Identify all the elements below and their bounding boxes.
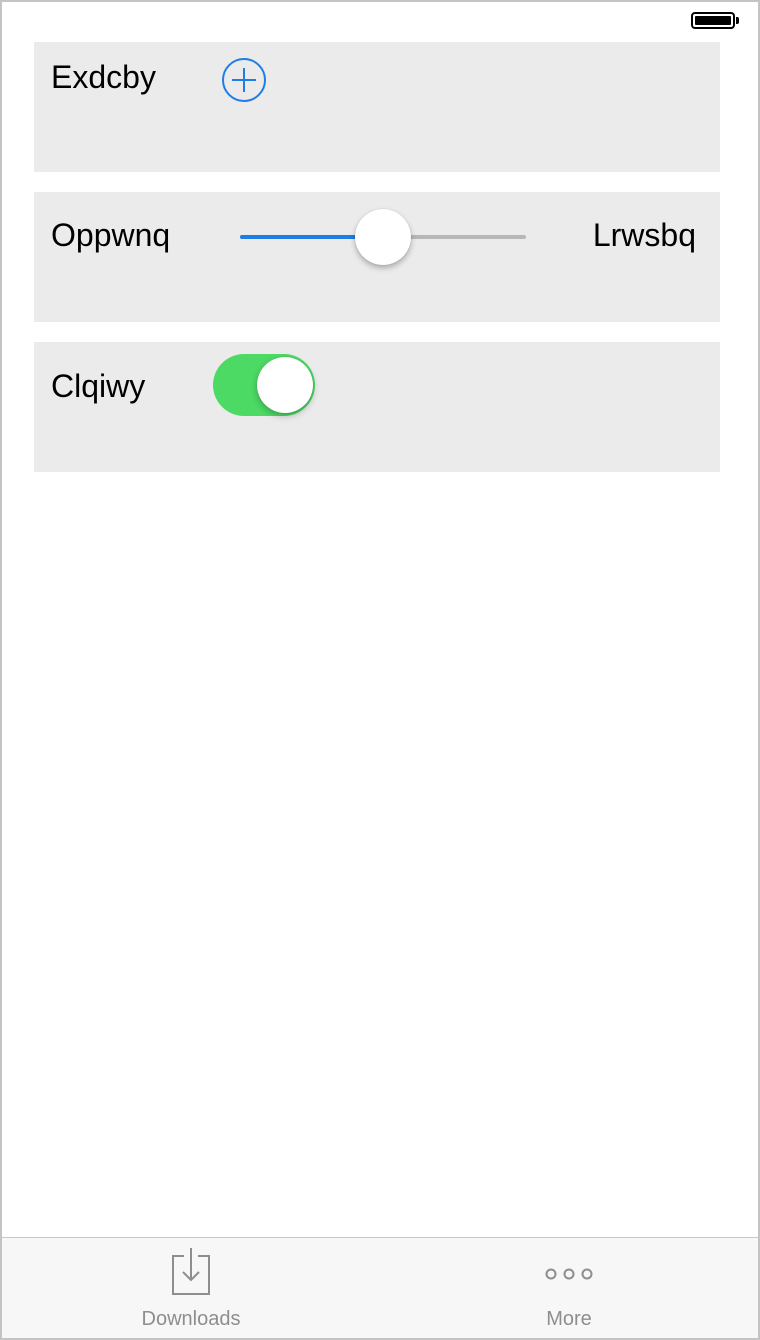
row-exdcby: Exdcby bbox=[34, 42, 720, 172]
add-circle-icon bbox=[222, 58, 266, 102]
battery-full-icon bbox=[691, 12, 735, 29]
slider-thumb[interactable] bbox=[355, 209, 411, 265]
status-bar bbox=[2, 2, 758, 42]
value-slider[interactable] bbox=[240, 207, 526, 267]
tab-downloads[interactable]: Downloads bbox=[2, 1238, 380, 1338]
toggle-switch[interactable] bbox=[213, 354, 315, 416]
toggle-knob bbox=[257, 357, 313, 413]
slider-min-label: Oppwnq bbox=[51, 217, 171, 253]
app-screen: Exdcby Oppwnq Lrwsbq Clqiwy Downloads Mo… bbox=[0, 0, 760, 1340]
battery-fill bbox=[695, 16, 731, 25]
row-label: Clqiwy bbox=[51, 368, 146, 404]
download-tray-icon bbox=[172, 1248, 210, 1295]
slider-max-label: Lrwsbq bbox=[592, 217, 696, 253]
battery-tip bbox=[736, 17, 739, 24]
tab-more[interactable]: More bbox=[380, 1238, 758, 1338]
add-button[interactable] bbox=[221, 57, 267, 103]
tab-bar: Downloads More bbox=[2, 1237, 758, 1338]
row-oppwnq: Oppwnq Lrwsbq bbox=[34, 192, 720, 322]
more-dots-icon bbox=[545, 1268, 593, 1280]
row-clqiwy: Clqiwy bbox=[34, 342, 720, 472]
row-label: Exdcby bbox=[51, 59, 156, 95]
tab-label-downloads: Downloads bbox=[141, 1308, 241, 1330]
tab-label-more: More bbox=[546, 1308, 592, 1330]
